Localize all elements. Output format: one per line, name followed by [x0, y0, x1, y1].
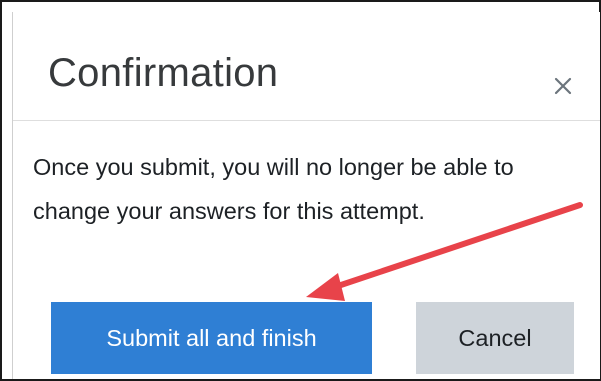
close-icon	[554, 77, 572, 95]
confirmation-dialog: Confirmation Once you submit, you will n…	[12, 12, 600, 379]
cancel-button[interactable]: Cancel	[416, 302, 574, 374]
dialog-title: Confirmation	[48, 51, 279, 95]
dialog-footer: Submit all and finish Cancel	[13, 290, 600, 380]
screenshot-frame: Confirmation Once you submit, you will n…	[0, 0, 601, 381]
close-button[interactable]	[549, 70, 579, 100]
submit-all-button[interactable]: Submit all and finish	[51, 302, 372, 374]
dialog-message: Once you submit, you will no longer be a…	[33, 154, 514, 224]
dialog-header: Confirmation	[13, 12, 600, 121]
